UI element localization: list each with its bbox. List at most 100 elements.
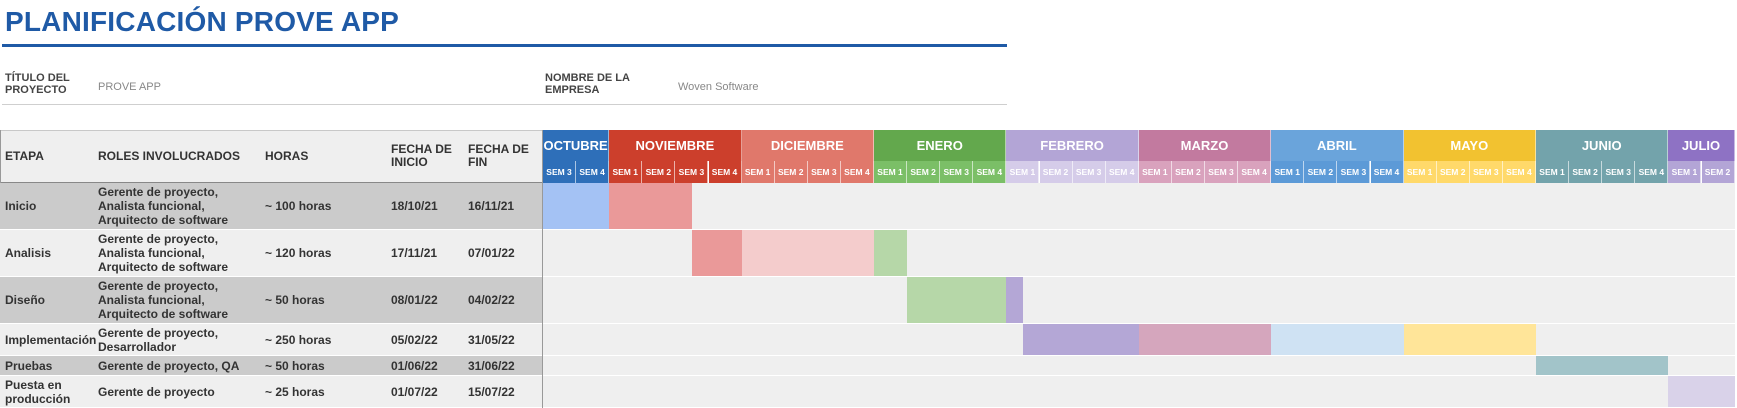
hours-cell: ~ 250 horas	[265, 332, 332, 347]
start-date-cell: 01/06/22	[391, 358, 438, 373]
header-roles: ROLES INVOLUCRADOS	[98, 149, 241, 163]
gantt-bar	[543, 183, 610, 229]
hours-cell: ~ 100 horas	[265, 199, 332, 213]
week-header: SEM 3	[1205, 161, 1239, 183]
roles-cell: Gerente de proyecto, Desarrollador	[98, 325, 219, 354]
week-header: SEM 1	[1138, 161, 1172, 183]
week-header: SEM 1	[741, 161, 775, 183]
header-stage: ETAPA	[5, 149, 44, 163]
stage-cell: Pruebas	[5, 358, 53, 373]
week-header: SEM 3	[543, 161, 577, 183]
header-start-date: FECHA DE INICIO	[391, 142, 452, 169]
timeline-row	[543, 277, 1735, 324]
month-header-febrero: FEBRERO	[1006, 130, 1139, 161]
week-header: SEM 1	[1006, 161, 1040, 183]
stage-cell: Puesta en producción	[5, 377, 71, 406]
header-end-date: FECHA DE FIN	[468, 142, 529, 169]
week-header: SEM 3	[1469, 161, 1503, 183]
end-date-cell: 04/02/22	[468, 293, 515, 307]
end-date-cell: 31/06/22	[468, 358, 515, 373]
hours-cell: ~ 50 horas	[265, 293, 325, 307]
timeline-separator	[542, 130, 543, 408]
header-hours: HORAS	[265, 149, 309, 163]
gantt-bar	[1668, 376, 1735, 407]
gantt-bar	[1006, 277, 1023, 323]
month-header-enero: ENERO	[874, 130, 1007, 161]
end-date-cell: 07/01/22	[468, 246, 515, 260]
week-header: SEM 1	[609, 161, 643, 183]
gantt-bar	[1403, 324, 1536, 355]
end-date-cell: 16/11/21	[468, 199, 515, 213]
stage-cell: Implementación	[5, 332, 97, 347]
week-header: SEM 3	[940, 161, 974, 183]
week-header: SEM 1	[1271, 161, 1305, 183]
roles-cell: Gerente de proyecto, Analista funcional,…	[98, 232, 229, 274]
week-header: SEM 2	[1039, 161, 1073, 183]
week-header: SEM 2	[1701, 161, 1735, 183]
week-header: SEM 3	[807, 161, 841, 183]
gantt-bar	[1138, 324, 1272, 355]
page-title: PLANIFICACIÓN PROVE APP	[5, 6, 400, 37]
stage-cell: Analisis	[5, 246, 52, 260]
table-header: ETAPA ROLES INVOLUCRADOS HORAS FECHA DE …	[0, 130, 543, 183]
table-row: Diseño Gerente de proyecto, Analista func…	[0, 277, 543, 324]
week-header: SEM 1	[1536, 161, 1570, 183]
stage-cell: Diseño	[5, 293, 46, 307]
gantt-bar	[741, 230, 874, 276]
start-date-cell: 08/01/22	[391, 293, 438, 307]
gantt-bar	[907, 277, 1007, 323]
week-header: SEM 2	[1569, 161, 1603, 183]
week-header: SEM 1	[1668, 161, 1702, 183]
info-divider	[2, 104, 1007, 105]
week-header: SEM 4	[576, 161, 610, 183]
gantt-bar	[1271, 324, 1404, 355]
stage-cell: Inicio	[5, 199, 37, 213]
month-header-noviembre: NOVIEMBRE	[609, 130, 742, 161]
start-date-cell: 05/02/22	[391, 332, 438, 347]
end-date-cell: 31/05/22	[468, 332, 515, 347]
month-header-junio: JUNIO	[1536, 130, 1669, 161]
company-name-label: NOMBRE DE LA EMPRESA	[545, 72, 630, 96]
week-header: SEM 2	[774, 161, 808, 183]
timeline-row	[543, 183, 1735, 230]
hours-cell: ~ 25 horas	[265, 384, 325, 399]
company-name-value: Woven Software	[678, 81, 759, 93]
week-header: SEM 4	[840, 161, 874, 183]
month-header-julio: JULIO	[1668, 130, 1735, 161]
week-header: SEM 2	[907, 161, 941, 183]
week-header: SEM 4	[1238, 161, 1272, 183]
month-header-diciembre: DICIEMBRE	[741, 130, 874, 161]
week-header: SEM 4	[973, 161, 1007, 183]
week-header: SEM 4	[1502, 161, 1536, 183]
week-header: SEM 3	[675, 161, 709, 183]
start-date-cell: 01/07/22	[391, 384, 438, 399]
roles-cell: Gerente de proyecto	[98, 384, 215, 399]
roles-cell: Gerente de proyecto, Analista funcional,…	[98, 185, 229, 227]
month-header-marzo: MARZO	[1138, 130, 1272, 161]
gantt-bar	[691, 230, 742, 276]
gantt-bar	[874, 230, 908, 276]
gantt-bar	[1536, 356, 1669, 375]
month-header-mayo: MAYO	[1403, 130, 1536, 161]
week-header: SEM 3	[1337, 161, 1371, 183]
table-row: Puesta en producción Gerente de proyecto ~…	[0, 376, 543, 408]
timeline-row	[543, 376, 1735, 408]
week-header: SEM 2	[642, 161, 676, 183]
week-header: SEM 3	[1602, 161, 1636, 183]
start-date-cell: 18/10/21	[391, 199, 438, 213]
week-header: SEM 4	[1105, 161, 1139, 183]
week-header: SEM 2	[1436, 161, 1470, 183]
week-header: SEM 4	[708, 161, 742, 183]
month-header-abril: ABRIL	[1271, 130, 1404, 161]
title-underline	[2, 44, 1007, 47]
month-header-octubre: OCTUBRE	[543, 130, 610, 161]
project-title-label: TÍTULO DEL PROYECTO	[5, 72, 70, 96]
start-date-cell: 17/11/21	[391, 246, 438, 260]
hours-cell: ~ 50 horas	[265, 358, 325, 373]
table-row: Pruebas Gerente de proyecto, QA ~ 50 horas…	[0, 356, 543, 376]
week-header: SEM 4	[1370, 161, 1404, 183]
table-row: Inicio Gerente de proyecto, Analista func…	[0, 183, 543, 230]
roles-cell: Gerente de proyecto, Analista funcional,…	[98, 279, 229, 321]
table-row: Analisis Gerente de proyecto, Analista fu…	[0, 230, 543, 277]
week-header: SEM 1	[1403, 161, 1437, 183]
